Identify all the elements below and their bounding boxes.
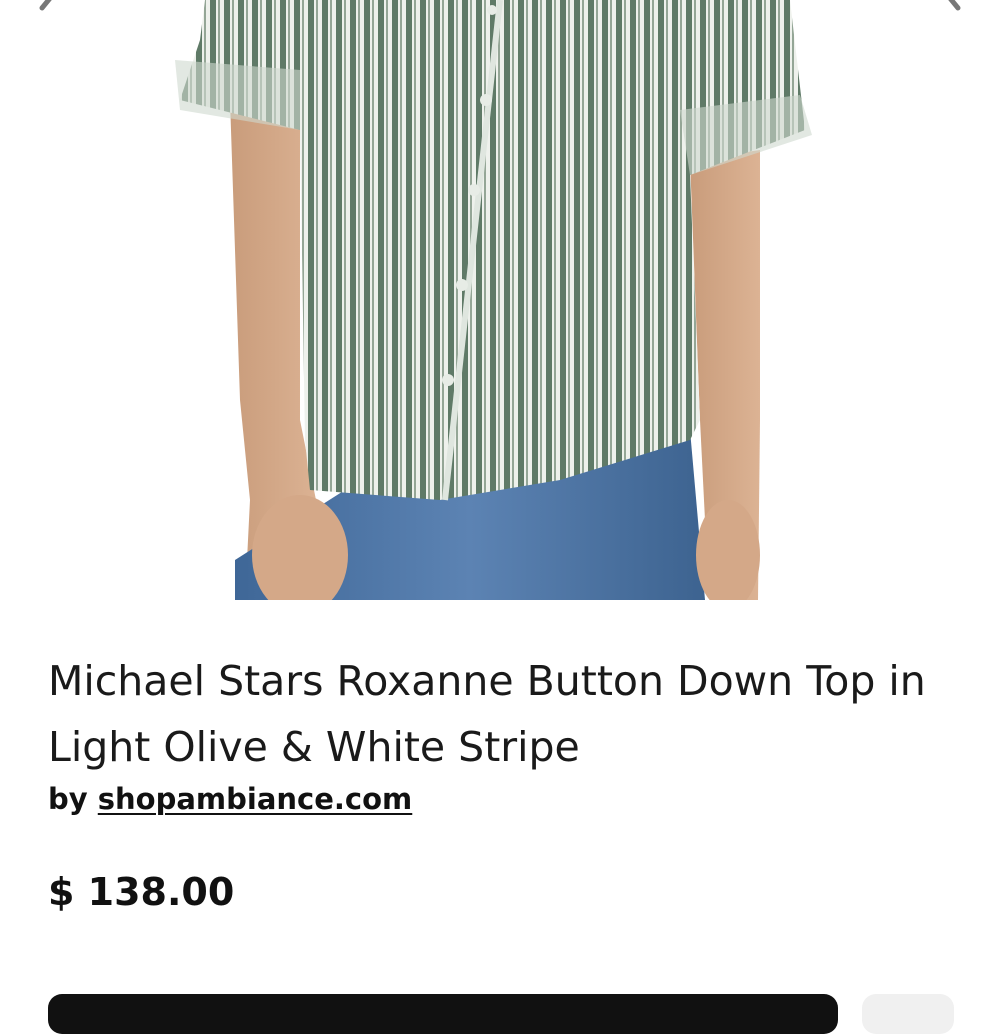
seller-link[interactable]: shopambiance.com [98, 782, 413, 816]
buy-button[interactable] [48, 994, 838, 1034]
chevron-left-icon[interactable] [30, 0, 70, 16]
product-title: Michael Stars Roxanne Button Down Top in… [48, 657, 926, 771]
product-price: $ 138.00 [48, 870, 235, 914]
product-image[interactable] [0, 0, 1000, 600]
seller-line: by shopambiance.com [48, 782, 412, 816]
seller-prefix: by [48, 782, 98, 816]
chevron-right-icon[interactable] [930, 0, 970, 16]
secondary-button[interactable] [862, 994, 954, 1034]
product-photo [175, 0, 812, 600]
